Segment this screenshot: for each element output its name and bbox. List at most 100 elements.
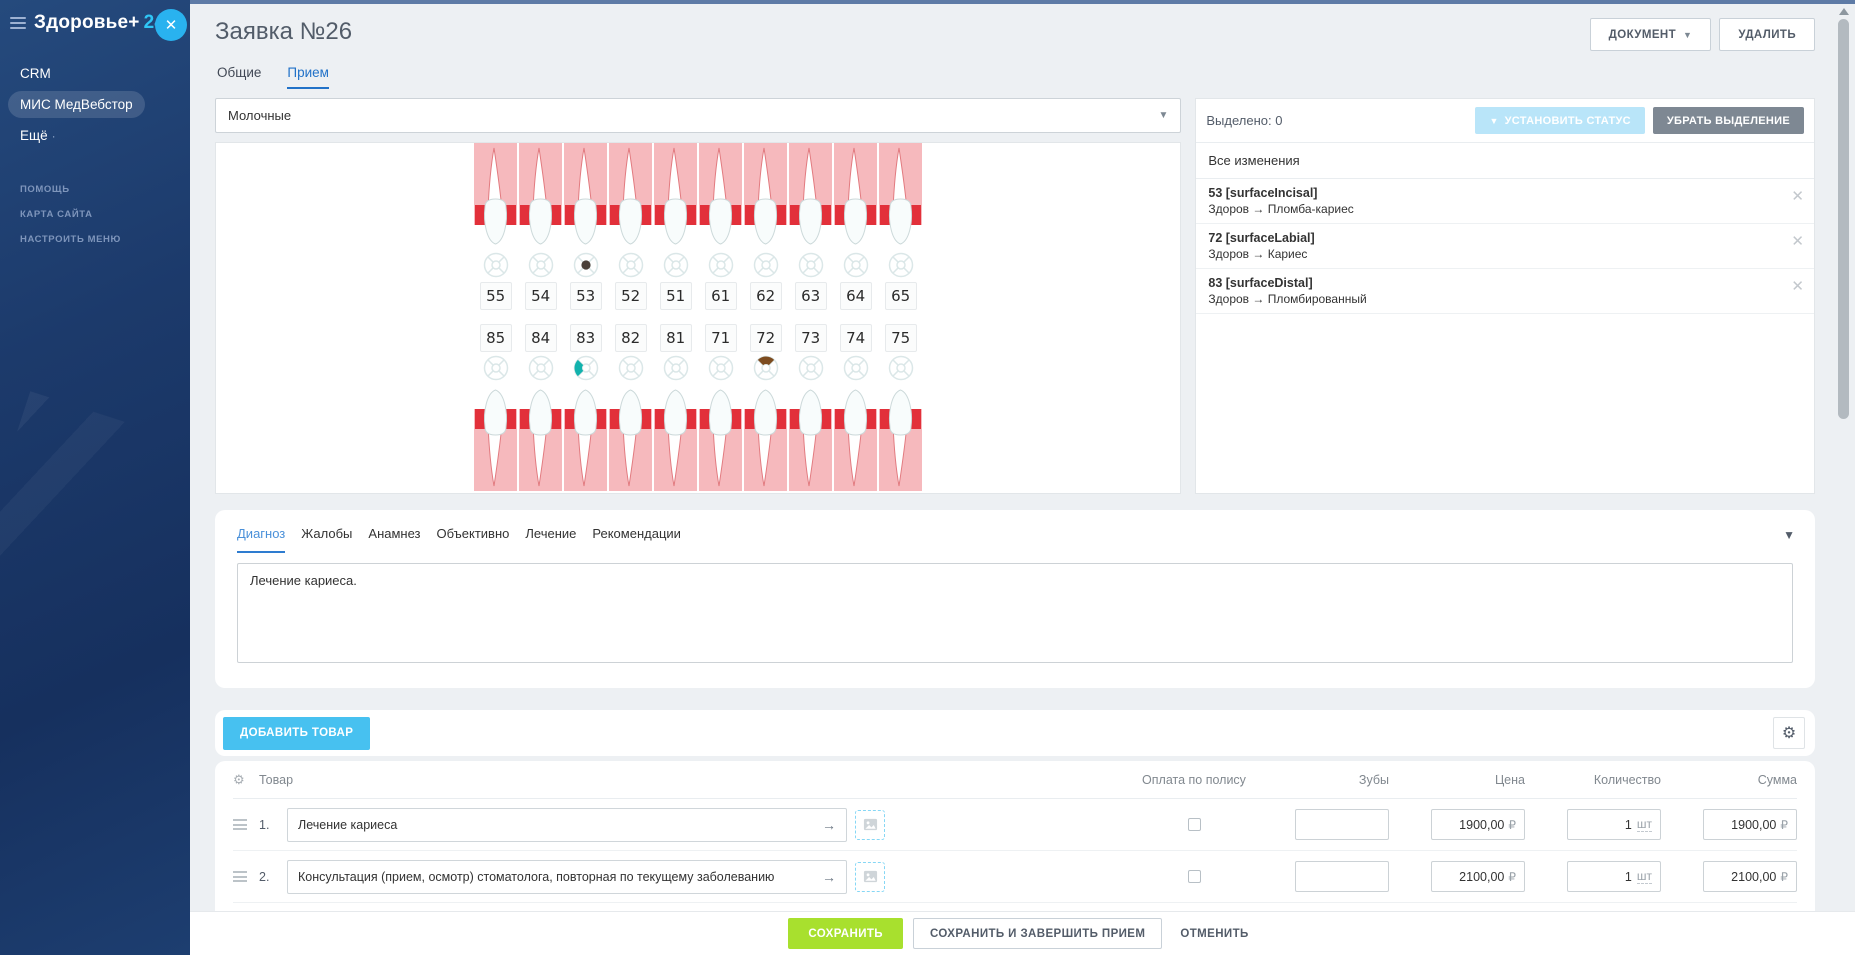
tooth-shape-upper[interactable]: [563, 143, 608, 249]
tooth-number-81[interactable]: 81: [660, 324, 692, 352]
tooth-surface-selector[interactable]: [483, 252, 509, 278]
tooth-number-72[interactable]: 72: [750, 324, 782, 352]
tooth-shape-lower[interactable]: [473, 385, 518, 491]
table-settings-button[interactable]: ⚙: [1773, 717, 1805, 749]
scrollbar-up-arrow[interactable]: [1839, 8, 1849, 15]
tooth-surface-selector[interactable]: [618, 355, 644, 381]
tooth-surface-selector[interactable]: [528, 355, 554, 381]
tooth-shape-upper[interactable]: [833, 143, 878, 249]
notes-tab-анамнез[interactable]: Анамнез: [368, 526, 420, 553]
price-input[interactable]: 2100,00₽: [1431, 861, 1525, 892]
cancel-button[interactable]: ОТМЕНИТЬ: [1172, 928, 1256, 940]
tooth-surface-selector[interactable]: [798, 355, 824, 381]
teeth-input[interactable]: [1295, 809, 1389, 840]
tooth-number-51[interactable]: 51: [660, 282, 692, 310]
tooth-surface-selector[interactable]: [888, 355, 914, 381]
tooth-shape-lower[interactable]: [698, 385, 743, 491]
sidebar-item-crm[interactable]: CRM: [0, 58, 190, 89]
open-product-arrow-icon[interactable]: →: [822, 817, 836, 833]
tooth-surface-selector[interactable]: [888, 252, 914, 278]
tooth-number-53[interactable]: 53: [570, 282, 602, 310]
tooth-shape-lower[interactable]: [788, 385, 833, 491]
sum-input[interactable]: 2100,00₽: [1703, 861, 1797, 892]
tooth-column-51[interactable]: 51 81: [653, 143, 698, 493]
change-item[interactable]: 72 [surfaceLabial] Здоров → Кариес ✕: [1196, 224, 1814, 269]
tooth-number-82[interactable]: 82: [615, 324, 647, 352]
tooth-surface-selector[interactable]: [753, 252, 779, 278]
collapse-icon[interactable]: ▼: [1783, 528, 1795, 542]
tooth-surface-selector[interactable]: [483, 355, 509, 381]
insurance-checkbox[interactable]: [1188, 818, 1201, 831]
vertical-scrollbar[interactable]: [1836, 8, 1851, 448]
tooth-surface-selector[interactable]: [663, 355, 689, 381]
hamburger-menu-icon[interactable]: [10, 17, 26, 29]
tooth-number-52[interactable]: 52: [615, 282, 647, 310]
add-product-button[interactable]: ДОБАВИТЬ ТОВАР: [223, 717, 370, 750]
set-status-button[interactable]: ▼ УСТАНОВИТЬ СТАТУС: [1475, 107, 1644, 134]
sidebar-footer-карта-сайта[interactable]: карта сайта: [0, 202, 190, 227]
product-name-input[interactable]: Лечение кариеса →: [287, 808, 847, 842]
tooth-surface-selector[interactable]: [843, 355, 869, 381]
tooth-shape-lower[interactable]: [833, 385, 878, 491]
tooth-number-55[interactable]: 55: [480, 282, 512, 310]
tooth-number-62[interactable]: 62: [750, 282, 782, 310]
quantity-input[interactable]: 1шт: [1567, 861, 1661, 892]
tooth-surface-selector[interactable]: [528, 252, 554, 278]
tooth-column-62[interactable]: 62 72: [743, 143, 788, 493]
price-input[interactable]: 1900,00₽: [1431, 809, 1525, 840]
tooth-number-63[interactable]: 63: [795, 282, 827, 310]
save-button[interactable]: СОХРАНИТЬ: [788, 918, 903, 949]
tooth-shape-upper[interactable]: [698, 143, 743, 249]
tab-общие[interactable]: Общие: [217, 65, 261, 89]
tooth-number-64[interactable]: 64: [840, 282, 872, 310]
columns-gear-icon[interactable]: ⚙: [233, 772, 259, 788]
document-button[interactable]: ДОКУМЕНТ ▼: [1590, 18, 1712, 51]
remove-change-icon[interactable]: ✕: [1791, 279, 1804, 294]
unit-label[interactable]: шт: [1637, 817, 1652, 832]
open-product-arrow-icon[interactable]: →: [822, 869, 836, 885]
sidebar-footer-помощь[interactable]: помощь: [0, 177, 190, 202]
notes-tab-жалобы[interactable]: Жалобы: [301, 526, 352, 553]
tooth-surface-selector[interactable]: [843, 252, 869, 278]
sidebar-item-мис-медвебстор[interactable]: МИС МедВебстор: [8, 91, 145, 118]
unit-label[interactable]: шт: [1637, 869, 1652, 884]
tooth-number-65[interactable]: 65: [885, 282, 917, 310]
change-item[interactable]: 83 [surfaceDistal] Здоров → Пломбированн…: [1196, 269, 1814, 314]
tooth-number-85[interactable]: 85: [480, 324, 512, 352]
tooth-shape-upper[interactable]: [608, 143, 653, 249]
tooth-surface-selector[interactable]: [708, 252, 734, 278]
tooth-surface-selector[interactable]: [573, 252, 599, 278]
tooth-surface-selector[interactable]: [798, 252, 824, 278]
sidebar-footer-настроить-меню[interactable]: настроить меню: [0, 227, 190, 252]
tooth-column-65[interactable]: 6575: [878, 143, 923, 493]
tab-прием[interactable]: Прием: [287, 65, 329, 89]
change-item[interactable]: 53 [surfaceIncisal] Здоров → Пломба-кари…: [1196, 179, 1814, 224]
drag-handle-icon[interactable]: [233, 871, 259, 882]
notes-tab-объективно[interactable]: Объективно: [437, 526, 510, 553]
tooth-column-55[interactable]: 55 85: [473, 143, 518, 493]
product-image-button[interactable]: [855, 810, 885, 840]
tooth-surface-selector[interactable]: [618, 252, 644, 278]
brand-logo[interactable]: Здоровье+24: [34, 12, 165, 34]
tooth-number-71[interactable]: 71: [705, 324, 737, 352]
tooth-shape-lower[interactable]: [563, 385, 608, 491]
tooth-column-63[interactable]: 63 73: [788, 143, 833, 493]
tooth-column-54[interactable]: 5484: [518, 143, 563, 493]
remove-change-icon[interactable]: ✕: [1791, 189, 1804, 204]
tooth-number-54[interactable]: 54: [525, 282, 557, 310]
tooth-shape-upper[interactable]: [878, 143, 923, 249]
tooth-column-61[interactable]: 6171: [698, 143, 743, 493]
sidebar-close-button[interactable]: ✕: [155, 9, 187, 41]
tooth-shape-upper[interactable]: [473, 143, 518, 249]
notes-tab-диагноз[interactable]: Диагноз: [237, 526, 285, 553]
delete-button[interactable]: УДАЛИТЬ: [1719, 18, 1815, 51]
quantity-input[interactable]: 1шт: [1567, 809, 1661, 840]
scrollbar-thumb[interactable]: [1838, 19, 1849, 419]
sidebar-item-ещё[interactable]: Ещё·: [0, 120, 190, 151]
tooth-shape-lower[interactable]: [743, 385, 788, 491]
save-and-finish-button[interactable]: СОХРАНИТЬ И ЗАВЕРШИТЬ ПРИЕМ: [913, 918, 1162, 949]
tooth-number-74[interactable]: 74: [840, 324, 872, 352]
tooth-shape-upper[interactable]: [743, 143, 788, 249]
tooth-number-73[interactable]: 73: [795, 324, 827, 352]
tooth-surface-selector[interactable]: [708, 355, 734, 381]
